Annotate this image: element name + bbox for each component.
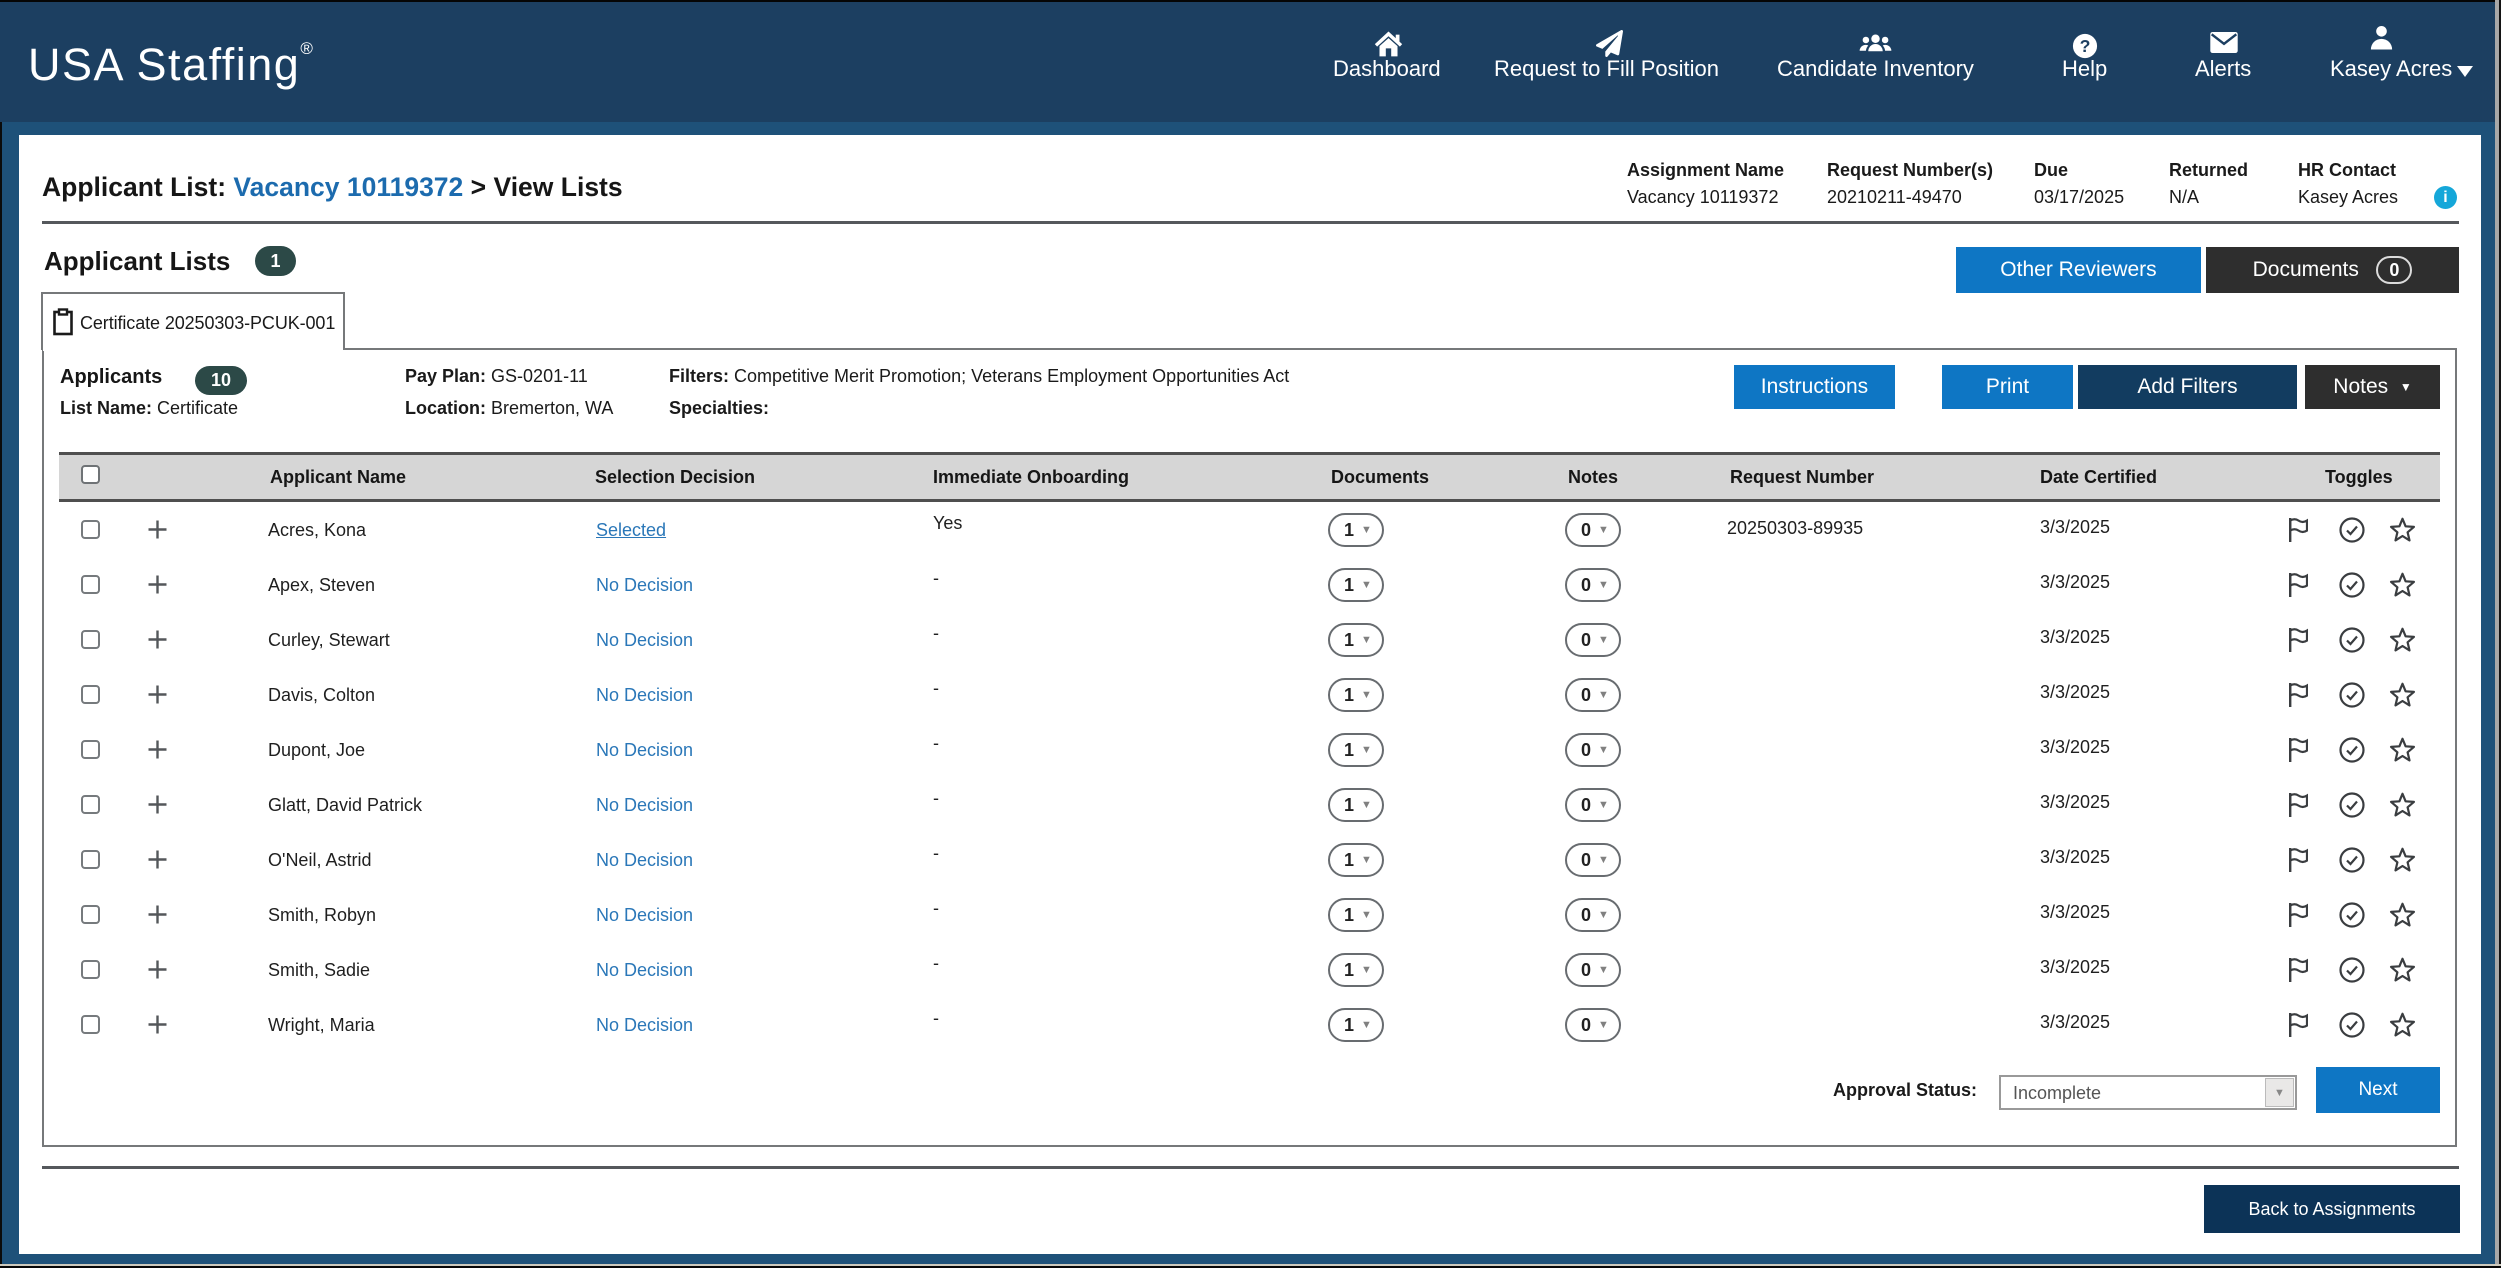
svg-text:?: ?	[2080, 36, 2091, 56]
